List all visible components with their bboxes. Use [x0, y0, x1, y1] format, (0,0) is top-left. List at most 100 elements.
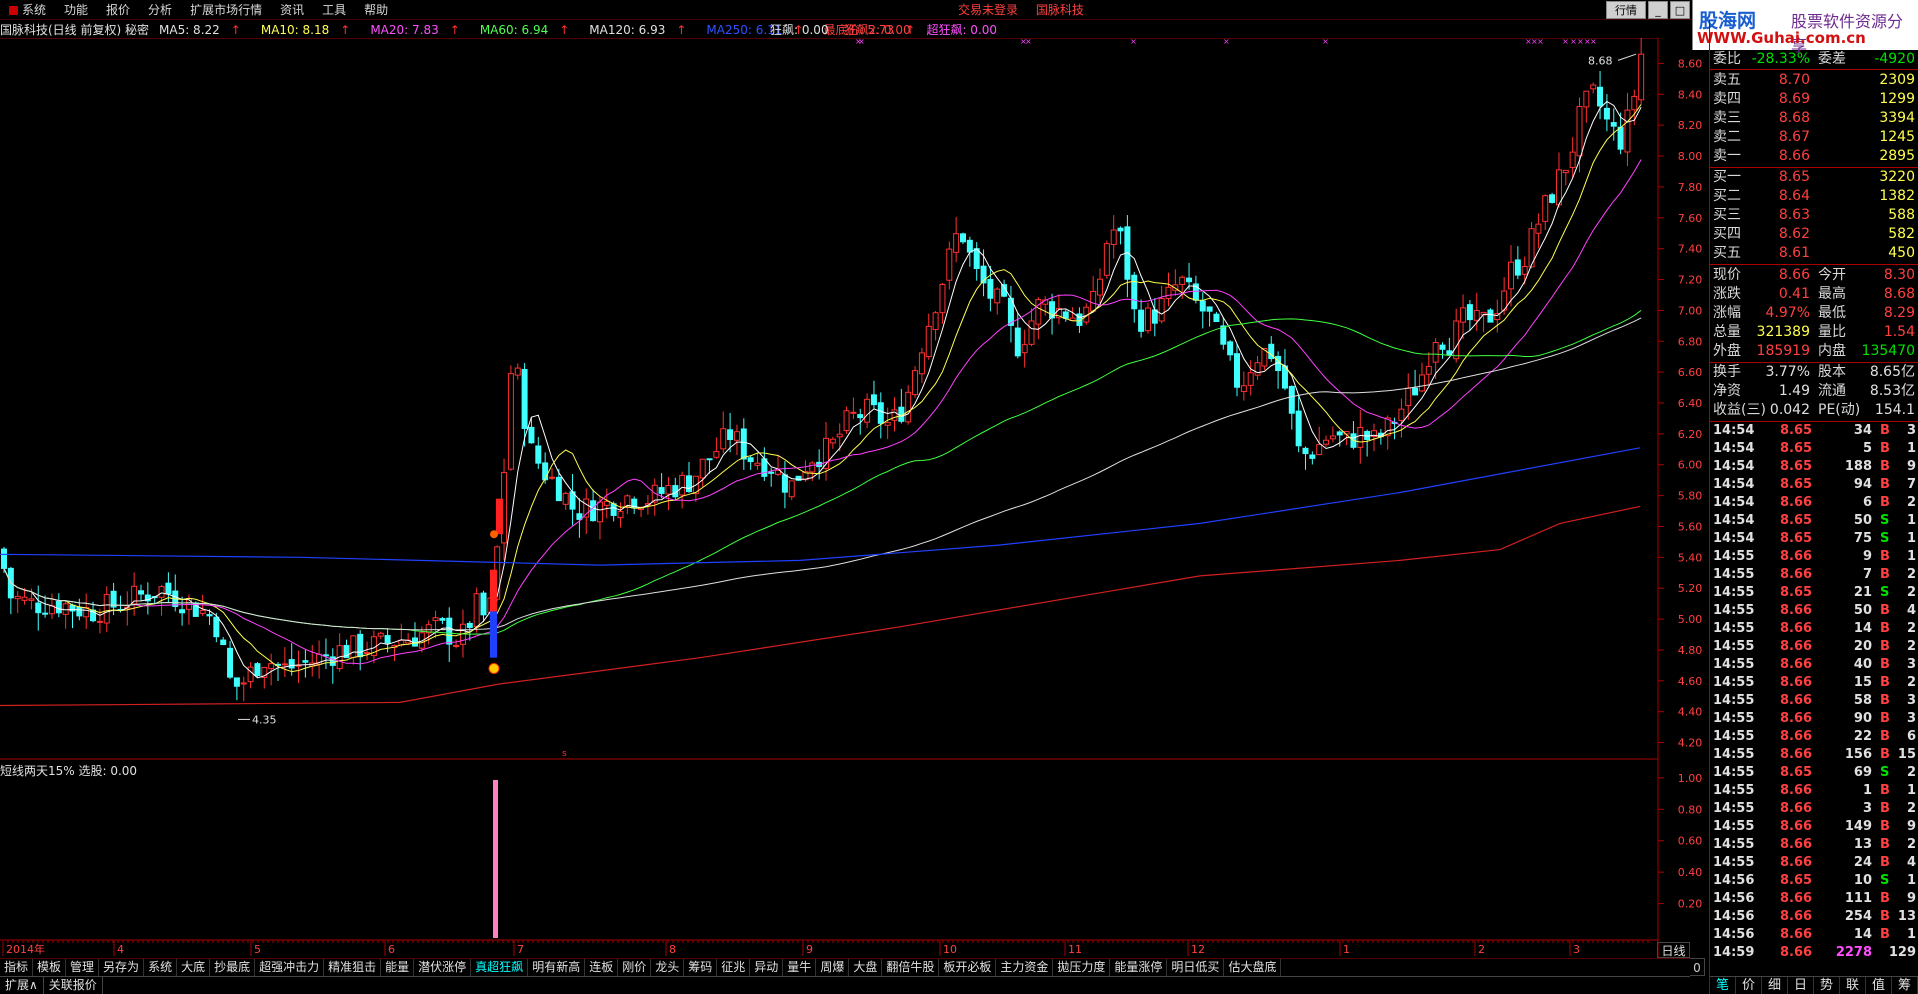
tick-count: 2: [1906, 639, 1916, 654]
sell-level-row[interactable]: 卖四 8.69 1299: [1710, 90, 1918, 109]
buy-level-row[interactable]: 买一 8.65 3220: [1710, 168, 1918, 187]
menu-help[interactable]: 帮助: [355, 0, 397, 20]
indicator-tab[interactable]: 大盘: [849, 959, 883, 976]
indicator-tab[interactable]: 系统: [144, 959, 178, 976]
candle-up: [829, 438, 836, 444]
right-panel-tab[interactable]: 笔: [1710, 977, 1736, 994]
tick-row: 14:55 8.66 90 B 3: [1710, 710, 1918, 728]
right-panel-tab[interactable]: 筹: [1892, 977, 1918, 994]
indicator-tab[interactable]: 真超狂飙: [471, 959, 529, 976]
price-tick-label: 4.80: [1678, 644, 1703, 657]
date-tick-label: 7: [517, 943, 524, 956]
signal-bar-red: [496, 498, 503, 535]
indicator-tab[interactable]: 量牛: [783, 959, 817, 976]
buy-level-row[interactable]: 买二 8.64 1382: [1710, 187, 1918, 206]
zoom-reset-button[interactable]: 0: [1689, 958, 1705, 976]
indicator-tab[interactable]: 异动: [750, 959, 784, 976]
right-panel-tab[interactable]: 价: [1736, 977, 1762, 994]
indicator-tab[interactable]: 刚价: [618, 959, 652, 976]
signal-mark: ×: [1562, 38, 1569, 46]
stat-row: 外盘 185919 内盘 135470: [1710, 342, 1918, 361]
tick-time: 14:55: [1713, 621, 1755, 636]
menu-system[interactable]: 系统: [0, 0, 55, 20]
indicator-tab[interactable]: 征兆: [717, 959, 751, 976]
expand-toggle[interactable]: 扩展∧: [0, 977, 44, 994]
buy-level-row[interactable]: 买五 8.61 450: [1710, 244, 1918, 263]
indicator-tab[interactable]: 另存为: [99, 959, 145, 976]
indicator-tab[interactable]: 筹码: [684, 959, 718, 976]
indicator-tab[interactable]: 翻倍牛股: [882, 959, 940, 976]
tick-row: 14:56 8.65 10 S 1: [1710, 872, 1918, 890]
tick-row: 14:55 8.66 149 B 9: [1710, 818, 1918, 836]
menu-analysis[interactable]: 分析: [139, 0, 181, 20]
buy-level-row[interactable]: 买四 8.62 582: [1710, 225, 1918, 244]
sell-level-row[interactable]: 卖五 8.70 2309: [1710, 71, 1918, 90]
maximize-button[interactable]: □: [1670, 1, 1690, 19]
indicator-tab[interactable]: 能量: [381, 959, 415, 976]
candle-down: [1014, 327, 1021, 357]
tick-time: 14:55: [1713, 855, 1755, 870]
right-panel-tab[interactable]: 势: [1814, 977, 1840, 994]
menu-extended-market[interactable]: 扩展市场行情: [181, 0, 271, 20]
menu-news[interactable]: 资讯: [271, 0, 313, 20]
buy-level-row[interactable]: 买三 8.63 588: [1710, 206, 1918, 225]
indicator-tab[interactable]: 拋压力度: [1053, 959, 1111, 976]
sell-level-row[interactable]: 卖一 8.66 2895: [1710, 147, 1918, 166]
tick-direction: B: [1880, 423, 1890, 438]
menu-function[interactable]: 功能: [55, 0, 97, 20]
indicator-tab[interactable]: 精准狙击: [324, 959, 382, 976]
indicator-tab[interactable]: 潜伏涨停: [414, 959, 472, 976]
stat-value: 4.97%: [1765, 305, 1810, 321]
tick-time: 14:56: [1713, 927, 1755, 942]
minimize-button[interactable]: _: [1648, 1, 1668, 19]
right-panel-tab[interactable]: 细: [1762, 977, 1788, 994]
tick-price: 8.66: [1780, 891, 1813, 906]
indicator-tab[interactable]: 超强冲击力: [255, 959, 325, 976]
tick-price: 8.65: [1780, 513, 1813, 528]
indicator-tab[interactable]: 主力资金: [996, 959, 1054, 976]
indicator-tab[interactable]: 板开必板: [939, 959, 997, 976]
quote-button[interactable]: 行情: [1606, 1, 1646, 19]
candle-up: [994, 288, 1001, 304]
tick-direction: B: [1880, 549, 1890, 564]
tick-row: 14:54 8.65 94 B 7: [1710, 476, 1918, 494]
tick-direction: B: [1880, 837, 1890, 852]
candle-down: [706, 458, 713, 461]
candle-up: [377, 632, 384, 637]
period-selector[interactable]: 日线: [1657, 942, 1690, 958]
indicator-tab[interactable]: 能量涨停: [1110, 959, 1168, 976]
date-tick-label: 2: [1478, 943, 1485, 956]
indicator-tab[interactable]: 大底: [177, 959, 211, 976]
candle-down: [1199, 300, 1206, 312]
trade-login-status[interactable]: 交易未登录: [958, 3, 1018, 17]
menu-quote[interactable]: 报价: [97, 0, 139, 20]
candle-up: [1357, 426, 1364, 448]
candle-down: [870, 394, 877, 406]
indicator-tab[interactable]: 模板: [33, 959, 67, 976]
tick-price: 8.66: [1780, 549, 1813, 564]
indicator-tab[interactable]: 抄最底: [210, 959, 256, 976]
candle-up: [364, 652, 371, 655]
indicator-tab[interactable]: 明有新高: [528, 959, 586, 976]
indicator-tab[interactable]: 估大盘底: [1224, 959, 1282, 976]
menu-tools[interactable]: 工具: [313, 0, 355, 20]
indicator-tab[interactable]: 周爆: [816, 959, 850, 976]
indicator-tab[interactable]: 管理: [66, 959, 100, 976]
indicator-tab[interactable]: 连板: [585, 959, 619, 976]
indicator-tab[interactable]: 明日低买: [1167, 959, 1225, 976]
related-quote-button[interactable]: 关联报价: [44, 977, 103, 994]
right-panel-tab[interactable]: 值: [1866, 977, 1892, 994]
candle-down: [1603, 107, 1610, 120]
candle-up: [843, 410, 850, 432]
indicator-tab[interactable]: 指标: [0, 959, 34, 976]
tick-direction: B: [1880, 675, 1890, 690]
sell-level-row[interactable]: 卖三 8.68 3394: [1710, 109, 1918, 128]
tick-count: 7: [1906, 477, 1916, 492]
sell-level-row[interactable]: 卖二 8.67 1245: [1710, 128, 1918, 147]
indicator-tab[interactable]: 龙头: [651, 959, 685, 976]
candle-down: [1234, 353, 1240, 388]
candle-up: [1323, 439, 1330, 445]
kline-chart[interactable]: 8.60 8.40 8.20 8.00 7.80 7.60 7.40 7.20 7.00 6.80…: [0, 38, 1708, 958]
right-panel-tab[interactable]: 联: [1840, 977, 1866, 994]
right-panel-tab[interactable]: 日: [1788, 977, 1814, 994]
